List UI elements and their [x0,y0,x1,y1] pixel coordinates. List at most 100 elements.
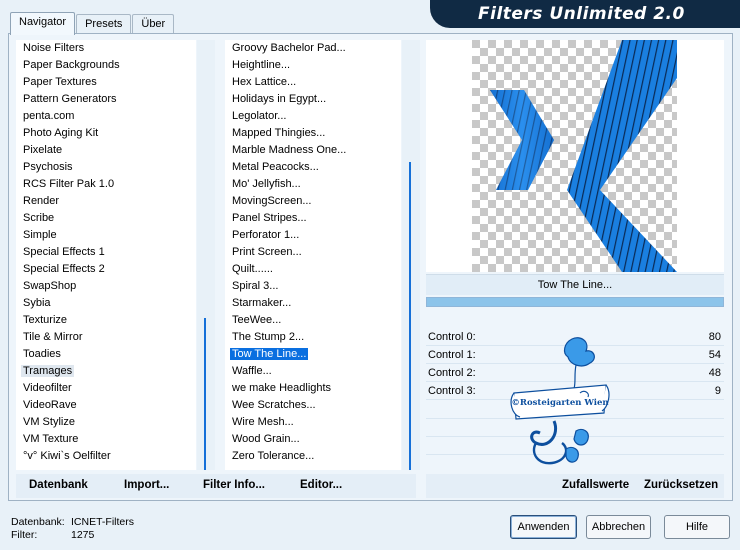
filter-info-button[interactable]: Filter Info... [203,479,265,491]
category-item[interactable]: Pixelate [16,142,196,159]
category-item[interactable]: penta.com [16,108,196,125]
category-item[interactable]: Videofilter [16,380,196,397]
filter-item-label: Mapped Thingies... [232,127,326,139]
filter-item-label: Heightline... [232,59,291,71]
category-item[interactable]: Tile & Mirror [16,329,196,346]
filter-item-label: The Stump 2... [232,331,305,343]
filter-item[interactable]: MovingScreen... [225,193,401,210]
category-item-label: Special Effects 1 [23,246,105,258]
apply-button[interactable]: Anwenden [510,515,577,539]
filter-item[interactable]: Spiral 3... [225,278,401,295]
category-item[interactable]: Paper Backgrounds [16,57,196,74]
filter-item-label: Wee Scratches... [232,399,316,411]
category-item-label: penta.com [23,110,75,122]
control-1-value: 54 [708,349,721,361]
filter-item-label: Zero Tolerance... [232,450,315,462]
filter-item[interactable]: Mo' Jellyfish... [225,176,401,193]
category-item[interactable]: Psychosis [16,159,196,176]
preview-image [472,40,677,272]
editor-button[interactable]: Editor... [300,479,342,491]
category-item[interactable]: Photo Aging Kit [16,125,196,142]
category-item[interactable]: Render [16,193,196,210]
category-scrollbar[interactable] [197,40,215,470]
category-item[interactable]: Tramages [16,363,196,380]
filter-scrollbar[interactable] [402,40,420,470]
status-filter-label: Filter: [11,529,38,541]
randomize-button[interactable]: Zufallswerte [562,479,629,491]
filter-item[interactable]: Marble Madness One... [225,142,401,159]
category-scroll-thumb[interactable] [204,318,206,470]
category-item[interactable]: Special Effects 2 [16,261,196,278]
filter-item[interactable]: Panel Stripes... [225,210,401,227]
filter-item[interactable]: we make Headlights [225,380,401,397]
filter-scroll-thumb[interactable] [409,162,411,470]
category-list[interactable]: Noise Filters Paper Backgrounds Paper Text… [16,40,196,470]
filter-item[interactable]: The Stump 2... [225,329,401,346]
status-db-value: ICNET-Filters [71,516,134,528]
category-item[interactable]: SwapShop [16,278,196,295]
app-title: Filters Unlimited 2.0 [478,4,685,24]
filter-item-label: MovingScreen... [232,195,312,207]
tab-presets[interactable]: Presets [76,14,132,34]
filter-item[interactable]: Tow The Line... [225,346,401,363]
filter-item[interactable]: Mapped Thingies... [225,125,401,142]
filter-item[interactable]: Wee Scratches... [225,397,401,414]
filter-item[interactable]: Wire Mesh... [225,414,401,431]
category-item[interactable]: RCS Filter Pak 1.0 [16,176,196,193]
filter-item[interactable]: Zero Tolerance... [225,448,401,465]
category-item-label: Pattern Generators [23,93,117,105]
category-item[interactable]: °v° Kiwi`s Oelfilter [16,448,196,465]
category-item[interactable]: Special Effects 1 [16,244,196,261]
filter-item[interactable]: Starmaker... [225,295,401,312]
filter-item-label: Marble Madness One... [232,144,347,156]
cancel-button[interactable]: Abbrechen [586,515,651,539]
category-item[interactable]: VideoRave [16,397,196,414]
help-button[interactable]: Hilfe [664,515,730,539]
category-item-label: Toadies [23,348,61,360]
filter-item-label: Spiral 3... [232,280,279,292]
category-item[interactable]: VM Texture [16,431,196,448]
datenbank-button[interactable]: Datenbank [29,479,88,491]
filter-item[interactable]: Perforator 1... [225,227,401,244]
filter-item[interactable]: Hex Lattice... [225,74,401,91]
filter-item[interactable]: Heightline... [225,57,401,74]
preset-toolbar: Zufallswerte Zurücksetzen [426,474,724,498]
category-item[interactable]: Toadies [16,346,196,363]
import-button[interactable]: Import... [124,479,169,491]
category-item-label: Videofilter [23,382,72,394]
filter-item[interactable]: Print Screen... [225,244,401,261]
category-item[interactable]: Noise Filters [16,40,196,57]
filter-item-label: Panel Stripes... [232,212,307,224]
category-item-label: Pixelate [23,144,63,156]
category-item[interactable]: Scribe [16,210,196,227]
filter-item-label: Holidays in Egypt... [232,93,327,105]
category-item-label: Tile & Mirror [23,331,83,343]
category-item[interactable]: Simple [16,227,196,244]
control-1-label: Control 1: [428,349,476,361]
category-item-label: Special Effects 2 [23,263,105,275]
filter-item[interactable]: Quilt...... [225,261,401,278]
category-item[interactable]: Sybia [16,295,196,312]
category-item[interactable]: Paper Textures [16,74,196,91]
filter-item[interactable]: Metal Peacocks... [225,159,401,176]
filter-item[interactable]: Wood Grain... [225,431,401,448]
filter-item[interactable]: Groovy Bachelor Pad... [225,40,401,57]
category-item-label: Sybia [23,297,51,309]
category-item[interactable]: Pattern Generators [16,91,196,108]
category-item[interactable]: Texturize [16,312,196,329]
reset-button[interactable]: Zurücksetzen [644,479,718,491]
filter-item-label: Perforator 1... [232,229,300,241]
tab-navigator[interactable]: Navigator [10,12,76,35]
filter-list[interactable]: Groovy Bachelor Pad... Heightline... Hex L… [225,40,401,470]
tab-bar: Navigator Presets Über [10,12,175,35]
filter-item[interactable]: TeeWee... [225,312,401,329]
filter-item-label: Wire Mesh... [232,416,294,428]
tab-ueber[interactable]: Über [132,14,175,34]
category-item-label: °v° Kiwi`s Oelfilter [23,450,111,462]
filter-item[interactable]: Legolator... [225,108,401,125]
filter-item[interactable]: Waffle... [225,363,401,380]
category-item-label: Texturize [23,314,68,326]
status-filter-value: 1275 [71,529,95,541]
filter-item[interactable]: Holidays in Egypt... [225,91,401,108]
category-item[interactable]: VM Stylize [16,414,196,431]
